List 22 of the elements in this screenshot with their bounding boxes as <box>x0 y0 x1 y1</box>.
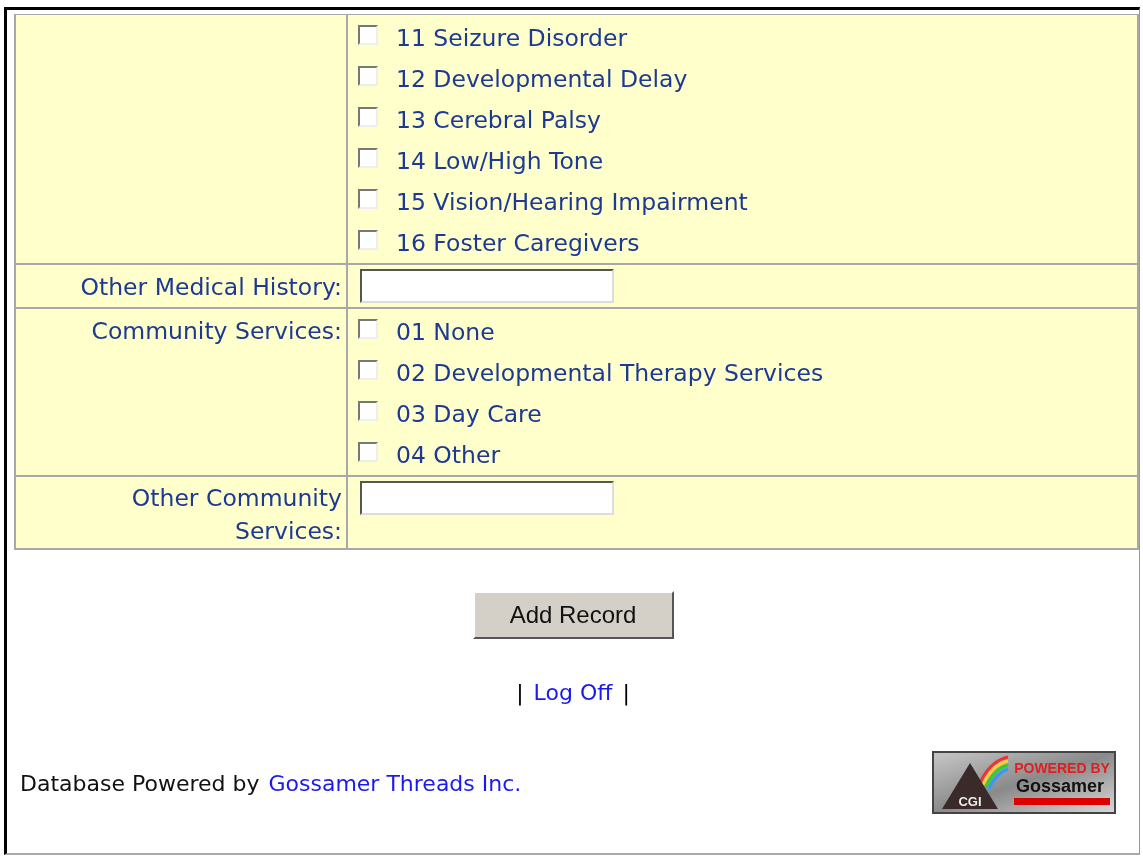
checkbox-label: 16 Foster Caregivers <box>396 228 640 257</box>
separator: | <box>622 680 630 705</box>
footer-text: Database Powered by <box>20 770 260 796</box>
checkbox-label: 11 Seizure Disorder <box>396 23 628 52</box>
add-record-button[interactable]: Add Record <box>472 591 674 639</box>
gossamer-threads-link[interactable]: Gossamer Threads Inc. <box>268 770 522 796</box>
separator: | <box>516 680 524 705</box>
log-off-link[interactable]: Log Off <box>533 680 613 705</box>
badge-name: Gossamer <box>1015 776 1105 796</box>
checkbox-label: 04 Other <box>396 440 501 469</box>
checkbox-label: 03 Day Care <box>396 399 542 428</box>
checkbox-label: 15 Vision/Hearing Impairment <box>396 187 748 216</box>
checkbox-label: 12 Developmental Delay <box>396 64 688 93</box>
checkbox-label: 14 Low/High Tone <box>396 146 604 175</box>
field-label: Other Community Services: <box>130 483 342 547</box>
checkbox-label: 01 None <box>396 317 495 346</box>
field-label: Other Medical History: <box>80 272 342 303</box>
field-label: Community Services: <box>91 316 342 347</box>
badge-tagline: POWERED BY <box>1014 760 1110 776</box>
checkbox-label: 13 Cerebral Palsy <box>396 105 602 134</box>
checkbox-label: 02 Developmental Therapy Services <box>396 358 824 387</box>
badge-mark: CGI <box>958 794 982 809</box>
